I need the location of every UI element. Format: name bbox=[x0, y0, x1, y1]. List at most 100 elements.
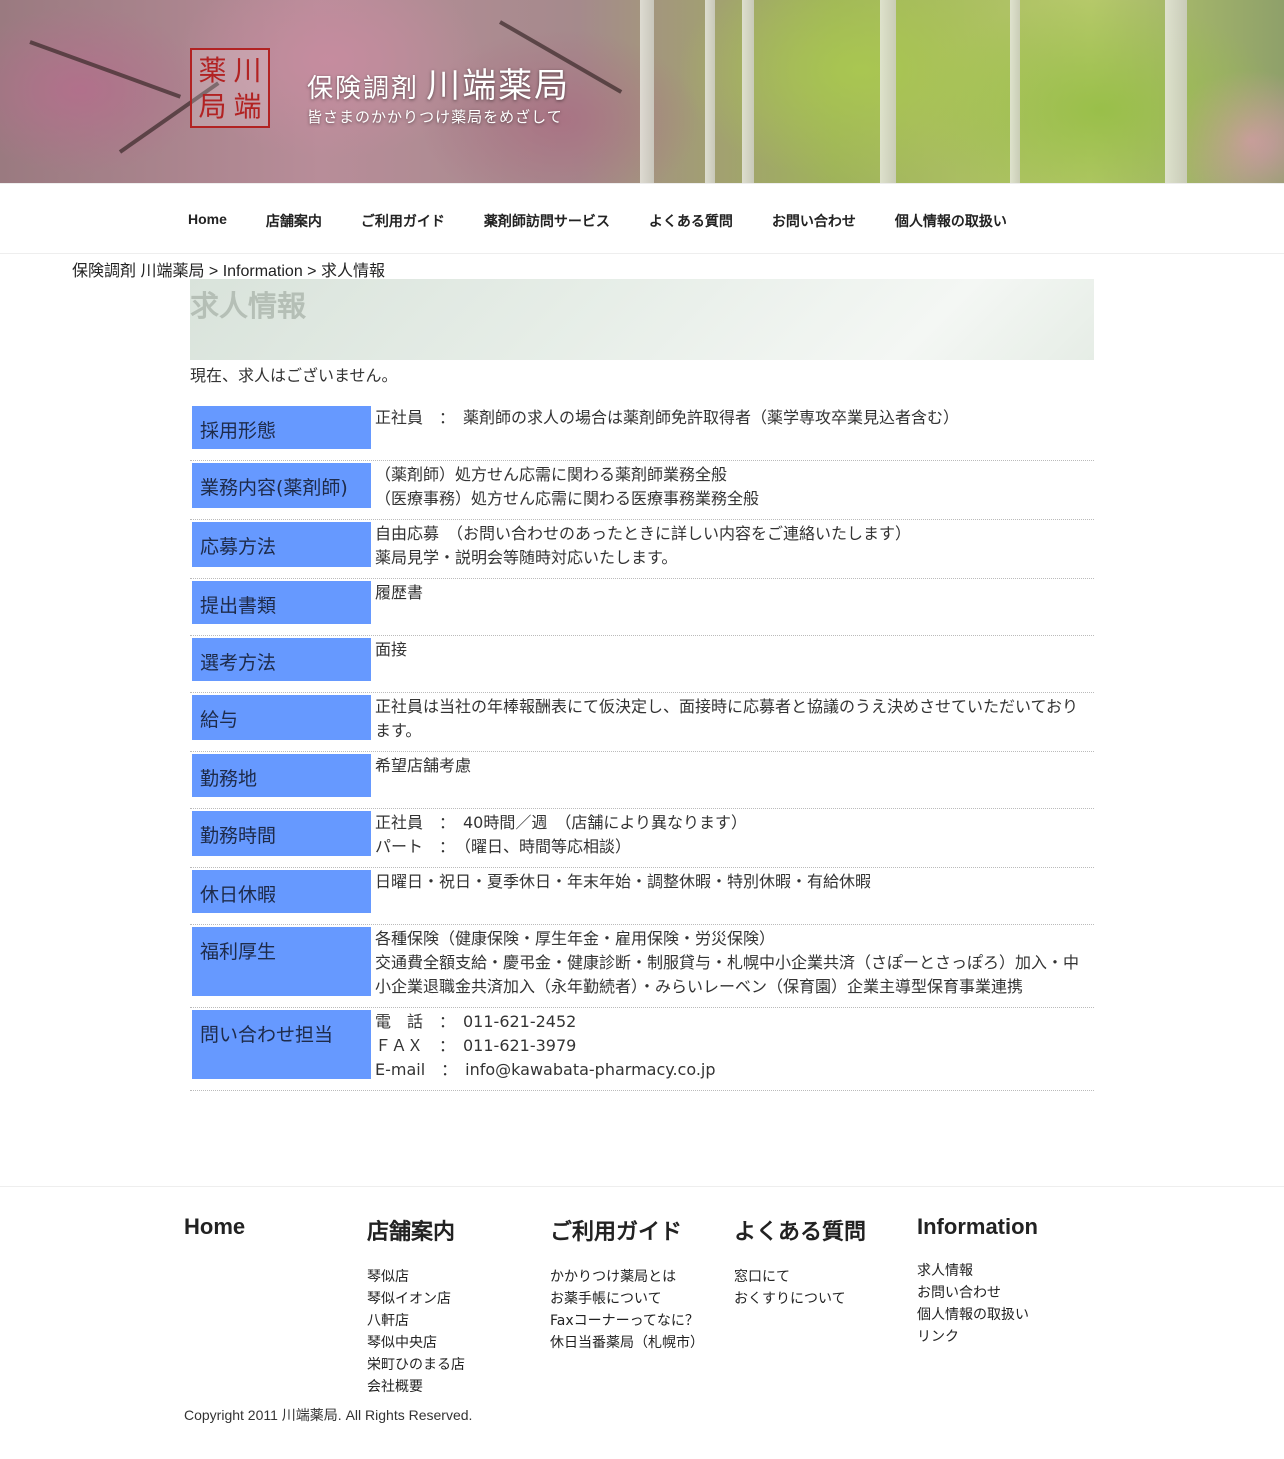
job-row-value: 希望店舗考慮 bbox=[371, 754, 1094, 808]
footer-link-list: 琴似店 琴似イオン店 八軒店 琴似中央店 栄町ひのまる店 会社概要 bbox=[367, 1266, 465, 1398]
job-row-label: 応募方法 bbox=[192, 522, 371, 567]
breadcrumb-separator: > bbox=[302, 263, 321, 280]
page-title-banner: 求人情報 bbox=[190, 279, 1094, 360]
job-row-value: 正社員 ： 薬剤師の求人の場合は薬剤師免許取得者（薬学専攻卒業見込者含む） bbox=[371, 406, 1094, 460]
job-row-label: 休日休暇 bbox=[192, 870, 371, 913]
footer-column-heading[interactable]: Information bbox=[917, 1214, 1038, 1240]
job-row-value-line: 電 話 ： 011-621-2452 bbox=[375, 1012, 577, 1031]
footer-link[interactable]: 栄町ひのまる店 bbox=[367, 1354, 465, 1376]
footer-link-list: 求人情報 お問い合わせ 個人情報の取扱い リンク bbox=[917, 1260, 1038, 1348]
footer-link[interactable]: 休日当番薬局（札幌市） bbox=[550, 1332, 704, 1354]
banner-tree-trunk bbox=[742, 0, 754, 183]
job-row-value: 電 話 ： 011-621-2452 ＦＡＸ ： 011-621-3979 E-ma… bbox=[371, 1010, 1094, 1090]
job-row-value: 日曜日・祝日・夏季休日・年末年始・調整休暇・特別休暇・有給休暇 bbox=[371, 870, 1094, 924]
job-table-row: 提出書類 履歴書 bbox=[190, 579, 1094, 636]
job-row-value-line: （医療事務）処方せん応需に関わる医療事務業務全般 bbox=[375, 489, 760, 508]
footer-column-heading[interactable]: Home bbox=[184, 1214, 245, 1240]
job-row-value: 自由応募 （お問い合わせのあったときに詳しい内容をご連絡いたします） 薬局見学・説… bbox=[371, 522, 1094, 578]
job-row-label: 給与 bbox=[192, 695, 371, 740]
nav-item[interactable]: ご利用ガイド bbox=[361, 211, 445, 231]
job-table-row: 選考方法 面接 bbox=[190, 636, 1094, 693]
breadcrumb-separator: > bbox=[204, 263, 223, 280]
job-table-row: 休日休暇 日曜日・祝日・夏季休日・年末年始・調整休暇・特別休暇・有給休暇 bbox=[190, 868, 1094, 925]
job-row-value-line: ＦＡＸ ： 011-621-3979 bbox=[375, 1036, 577, 1055]
footer-column: Home bbox=[184, 1214, 245, 1260]
logo-char: 局 bbox=[198, 90, 227, 123]
job-row-value-line: 自由応募 （お問い合わせのあったときに詳しい内容をご連絡いたします） bbox=[375, 524, 912, 543]
job-table-row: 業務内容(薬剤師) （薬剤師）処方せん応需に関わる薬剤師業務全般 （医療事務）処方せ… bbox=[190, 461, 1094, 520]
footer-link-list: 窓口にて おくすりについて bbox=[734, 1266, 866, 1310]
footer-link[interactable]: 個人情報の取扱い bbox=[917, 1304, 1038, 1326]
job-row-label: 業務内容(薬剤師) bbox=[192, 463, 371, 508]
footer: Home 店舗案内 琴似店 琴似イオン店 八軒店 琴似中央店 栄町ひのまる店 会社概要 ご利用ガ… bbox=[0, 1186, 1284, 1459]
job-row-value: 正社員は当社の年棒報酬表にて仮決定し、面接時に応募者と協議のうえ決めさせていただ… bbox=[371, 695, 1094, 751]
site-title-name: 川端薬局 bbox=[426, 66, 571, 106]
footer-link[interactable]: 窓口にて bbox=[734, 1266, 866, 1288]
footer-link-list: かかりつけ薬局とは お薬手帳について Faxコーナーってなに？ 休日当番薬局（札幌市） bbox=[550, 1266, 704, 1354]
footer-column-heading[interactable]: ご利用ガイド bbox=[550, 1214, 704, 1246]
banner-tree-trunk bbox=[1165, 0, 1187, 183]
job-row-value-line: 履歴書 bbox=[375, 583, 424, 602]
main-navigation: Home 店舗案内 ご利用ガイド 薬剤師訪問サービス よくある質問 お問い合わせ 個人情報の… bbox=[0, 183, 1284, 254]
job-row-value-line: 正社員は当社の年棒報酬表にて仮決定し、面接時に応募者と協議のうえ決めさせていただ… bbox=[375, 697, 1079, 740]
nav-item[interactable]: よくある質問 bbox=[649, 211, 733, 231]
job-row-value-line: 正社員 ： 40時間／週 （店舗により異なります） bbox=[375, 813, 748, 832]
nav-item[interactable]: 個人情報の取扱い bbox=[895, 211, 1007, 231]
site-title-prefix: 保険調剤 bbox=[307, 74, 420, 104]
banner-branch bbox=[29, 40, 182, 99]
job-row-value: 各種保険（健康保険・厚生年金・雇用保険・労災保険） 交通費全額支給・慶弔金・健康診… bbox=[371, 927, 1094, 1007]
nav-item[interactable]: 店舗案内 bbox=[266, 211, 322, 231]
footer-link[interactable]: 琴似店 bbox=[367, 1266, 465, 1288]
footer-link[interactable]: お問い合わせ bbox=[917, 1282, 1038, 1304]
job-row-value-line: 各種保険（健康保険・厚生年金・雇用保険・労災保険） bbox=[375, 929, 776, 948]
footer-column: ご利用ガイドかかりつけ薬局とは お薬手帳について Faxコーナーってなに？ 休日当番薬… bbox=[550, 1214, 704, 1354]
job-table-row: 勤務時間 正社員 ： 40時間／週 （店舗により異なります） パート ： （曜日、時… bbox=[190, 809, 1094, 868]
footer-link[interactable]: おくすりについて bbox=[734, 1288, 866, 1310]
pharmacy-logo[interactable]: 薬 川 局 端 bbox=[190, 48, 270, 128]
job-row-value-line: 日曜日・祝日・夏季休日・年末年始・調整休暇・特別休暇・有給休暇 bbox=[375, 872, 872, 891]
nav-item[interactable]: Home bbox=[188, 211, 227, 231]
breadcrumb-home-link[interactable]: 保険調剤 川端薬局 bbox=[72, 263, 204, 280]
nav-item[interactable]: 薬剤師訪問サービス bbox=[484, 211, 610, 231]
banner-tree-trunk bbox=[705, 0, 715, 183]
copyright: Copyright 2011 川端薬局. All Rights Reserved… bbox=[184, 1407, 473, 1423]
job-row-value-line: パート ： （曜日、時間等応相談） bbox=[375, 837, 632, 856]
job-row-value-line: 希望店舗考慮 bbox=[375, 756, 472, 775]
job-table-row: 福利厚生 各種保険（健康保険・厚生年金・雇用保険・労災保険） 交通費全額支給・慶弔金… bbox=[190, 925, 1094, 1008]
page-title: 求人情報 bbox=[190, 289, 307, 323]
footer-link[interactable]: 八軒店 bbox=[367, 1310, 465, 1332]
banner-tree-trunk bbox=[640, 0, 654, 183]
job-row-value: 面接 bbox=[371, 638, 1094, 692]
banner-tree-trunk bbox=[1010, 0, 1020, 183]
job-row-label: 勤務地 bbox=[192, 754, 371, 797]
footer-link[interactable]: 琴似中央店 bbox=[367, 1332, 465, 1354]
job-table-row: 問い合わせ担当電 話 ： 011-621-2452 ＦＡＸ ： 011-621-3… bbox=[190, 1008, 1094, 1091]
job-table-row: 採用形態 正社員 ： 薬剤師の求人の場合は薬剤師免許取得者（薬学専攻卒業見込者含む… bbox=[190, 404, 1094, 461]
job-row-value-line: E-mail ： info@kawabata-pharmacy.co.jp bbox=[375, 1060, 716, 1079]
job-info-table: 採用形態 正社員 ： 薬剤師の求人の場合は薬剤師免許取得者（薬学専攻卒業見込者含む… bbox=[190, 404, 1094, 1091]
job-row-value: 正社員 ： 40時間／週 （店舗により異なります） パート ： （曜日、時間等応相… bbox=[371, 811, 1094, 867]
footer-link[interactable]: 琴似イオン店 bbox=[367, 1288, 465, 1310]
banner-tree-trunk bbox=[880, 0, 896, 183]
logo-char: 薬 bbox=[198, 54, 227, 87]
logo-char: 端 bbox=[233, 90, 262, 123]
footer-link[interactable]: 会社概要 bbox=[367, 1376, 465, 1398]
breadcrumb-section-link[interactable]: Information bbox=[223, 263, 303, 280]
site-title[interactable]: 保険調剤 川端薬局 bbox=[307, 58, 570, 107]
footer-column: Information 求人情報 お問い合わせ 個人情報の取扱い リンク bbox=[917, 1214, 1038, 1348]
footer-link[interactable]: お薬手帳について bbox=[550, 1288, 704, 1310]
footer-link[interactable]: リンク bbox=[917, 1326, 1038, 1348]
footer-link[interactable]: Faxコーナーってなに？ bbox=[550, 1310, 704, 1332]
footer-link[interactable]: 求人情報 bbox=[917, 1260, 1038, 1282]
breadcrumb-current: 求人情報 bbox=[320, 263, 385, 280]
job-row-label: 選考方法 bbox=[192, 638, 371, 681]
footer-column-heading[interactable]: 店舗案内 bbox=[367, 1214, 465, 1246]
nav-list: Home 店舗案内 ご利用ガイド 薬剤師訪問サービス よくある質問 お問い合わせ 個人情報の… bbox=[188, 211, 1046, 231]
nav-item[interactable]: お問い合わせ bbox=[772, 211, 856, 231]
header-banner: 薬 川 局 端 保険調剤 川端薬局 皆さまのかかりつけ薬局をめざして bbox=[0, 0, 1284, 183]
job-row-value-line: 薬局見学・説明会等随時対応いたします。 bbox=[375, 548, 678, 567]
footer-column-heading[interactable]: よくある質問 bbox=[734, 1214, 866, 1246]
footer-link[interactable]: かかりつけ薬局とは bbox=[550, 1266, 704, 1288]
job-row-label: 問い合わせ担当 bbox=[192, 1010, 371, 1079]
site-description: 皆さまのかかりつけ薬局をめざして bbox=[307, 108, 563, 126]
